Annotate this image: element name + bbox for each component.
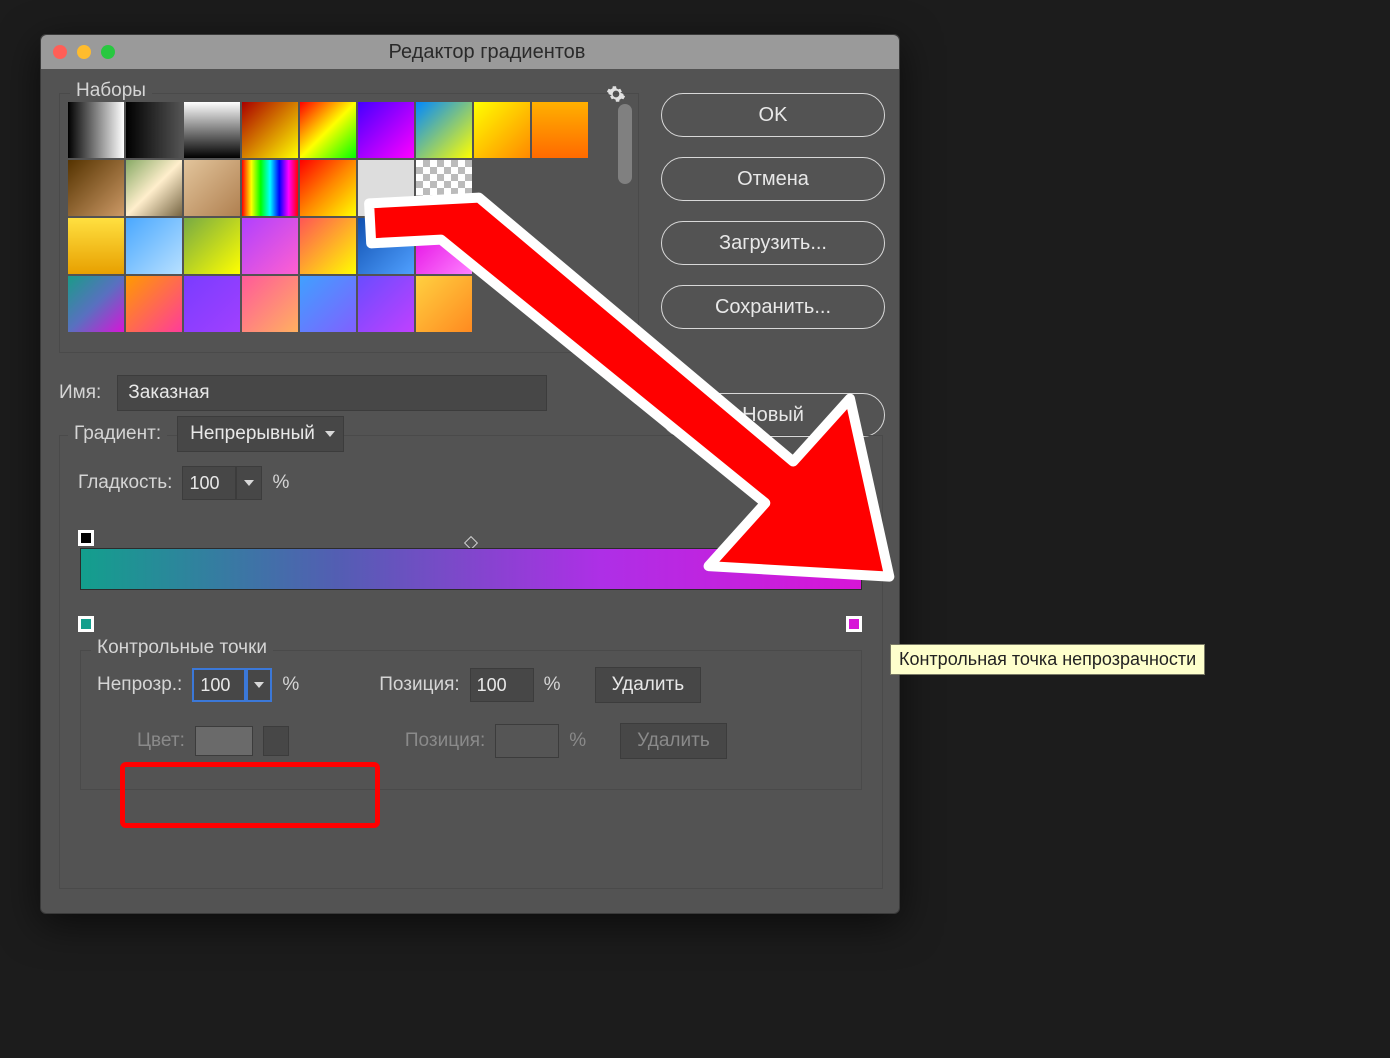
preset-swatch[interactable]: [184, 276, 240, 332]
tooltip-text: Контрольная точка непрозрачности: [899, 649, 1196, 669]
preset-swatch[interactable]: [184, 102, 240, 158]
preset-swatch[interactable]: [416, 102, 472, 158]
preset-swatch[interactable]: [126, 276, 182, 332]
control-points-legend: Контрольные точки: [91, 637, 273, 659]
preset-swatch[interactable]: [300, 218, 356, 274]
preset-swatch[interactable]: [68, 276, 124, 332]
preset-swatch[interactable]: [358, 160, 414, 216]
preset-swatch-grid: [68, 102, 610, 332]
preset-swatch[interactable]: [358, 276, 414, 332]
preset-swatch[interactable]: [416, 218, 472, 274]
color-stop-left[interactable]: [78, 616, 94, 632]
titlebar[interactable]: Редактор градиентов: [41, 35, 899, 69]
preset-swatch[interactable]: [242, 276, 298, 332]
name-input[interactable]: [117, 375, 547, 411]
preset-swatch[interactable]: [474, 102, 530, 158]
preset-swatch[interactable]: [358, 102, 414, 158]
control-points-fieldset: Контрольные точки Непрозр.: % Позиция: %…: [80, 650, 862, 790]
preset-swatch[interactable]: [532, 102, 588, 158]
gradient-type-dropdown[interactable]: Непрерывный: [177, 416, 344, 452]
delete-color-stop-button: Удалить: [620, 723, 727, 759]
save-button[interactable]: Сохранить...: [661, 285, 885, 329]
opacity-stop-right[interactable]: [846, 530, 862, 546]
preset-swatch[interactable]: [68, 102, 124, 158]
opacity-input[interactable]: [192, 668, 246, 702]
color-stop-right[interactable]: [846, 616, 862, 632]
preset-swatch[interactable]: [242, 218, 298, 274]
window-title: Редактор градиентов: [115, 41, 899, 64]
color-position-unit: %: [569, 730, 586, 752]
presets-fieldset: Наборы: [59, 93, 639, 353]
minimize-icon[interactable]: [77, 45, 91, 59]
presets-legend: Наборы: [70, 80, 152, 102]
delete-opacity-stop-button[interactable]: Удалить: [595, 667, 702, 703]
scrollbar-vertical[interactable]: [618, 104, 632, 184]
preset-swatch[interactable]: [242, 160, 298, 216]
color-label: Цвет:: [137, 730, 185, 752]
smoothness-stepper[interactable]: [182, 466, 262, 500]
preset-swatch[interactable]: [184, 160, 240, 216]
opacity-position-input[interactable]: [470, 668, 534, 702]
gradient-type-label: Градиент:: [68, 423, 167, 445]
dialog-content: Наборы OK Отмена Загрузить... Сохранить.…: [41, 69, 899, 913]
zoom-icon[interactable]: [101, 45, 115, 59]
smoothness-label: Гладкость:: [78, 472, 172, 494]
opacity-unit: %: [282, 674, 299, 696]
gradient-fieldset: Градиент: Непрерывный Гладкость: %: [59, 435, 883, 889]
preset-swatch[interactable]: [242, 102, 298, 158]
dialog-buttons-column: OK Отмена Загрузить... Сохранить...: [661, 93, 885, 329]
opacity-position-unit: %: [544, 674, 561, 696]
gradient-bar-wrap: [80, 530, 862, 610]
color-position-input: [495, 724, 559, 758]
color-well[interactable]: [195, 726, 253, 756]
preset-swatch[interactable]: [126, 218, 182, 274]
gradient-type-value: Непрерывный: [190, 423, 315, 445]
opacity-stop-left[interactable]: [78, 530, 94, 546]
preset-swatch[interactable]: [358, 218, 414, 274]
chevron-down-icon[interactable]: [236, 466, 262, 500]
preset-swatch[interactable]: [300, 276, 356, 332]
close-icon[interactable]: [53, 45, 67, 59]
ok-button[interactable]: OK: [661, 93, 885, 137]
color-position-label: Позиция:: [405, 730, 485, 752]
gear-icon[interactable]: [606, 84, 626, 104]
load-button[interactable]: Загрузить...: [661, 221, 885, 265]
cancel-button[interactable]: Отмена: [661, 157, 885, 201]
preset-swatch[interactable]: [68, 218, 124, 274]
preset-swatch[interactable]: [68, 160, 124, 216]
smoothness-unit: %: [272, 472, 289, 494]
smoothness-input[interactable]: [182, 466, 236, 500]
gradient-bar[interactable]: [80, 548, 862, 590]
preset-swatch[interactable]: [126, 102, 182, 158]
preset-swatch[interactable]: [126, 160, 182, 216]
opacity-position-label: Позиция:: [379, 674, 459, 696]
opacity-stepper[interactable]: [192, 668, 272, 702]
chevron-down-icon[interactable]: [246, 668, 272, 702]
chevron-down-icon[interactable]: [263, 726, 289, 756]
tooltip: Контрольная точка непрозрачности: [890, 644, 1205, 675]
preset-swatch[interactable]: [416, 276, 472, 332]
window-controls: [53, 45, 115, 59]
preset-swatch[interactable]: [300, 160, 356, 216]
opacity-label: Непрозр.:: [97, 674, 182, 696]
gradient-editor-dialog: Редактор градиентов Наборы OK Отмена Заг…: [40, 34, 900, 914]
preset-swatch[interactable]: [184, 218, 240, 274]
preset-swatch-scroll[interactable]: [68, 102, 610, 344]
preset-swatch[interactable]: [416, 160, 472, 216]
name-label: Имя:: [59, 382, 101, 404]
preset-swatch[interactable]: [300, 102, 356, 158]
